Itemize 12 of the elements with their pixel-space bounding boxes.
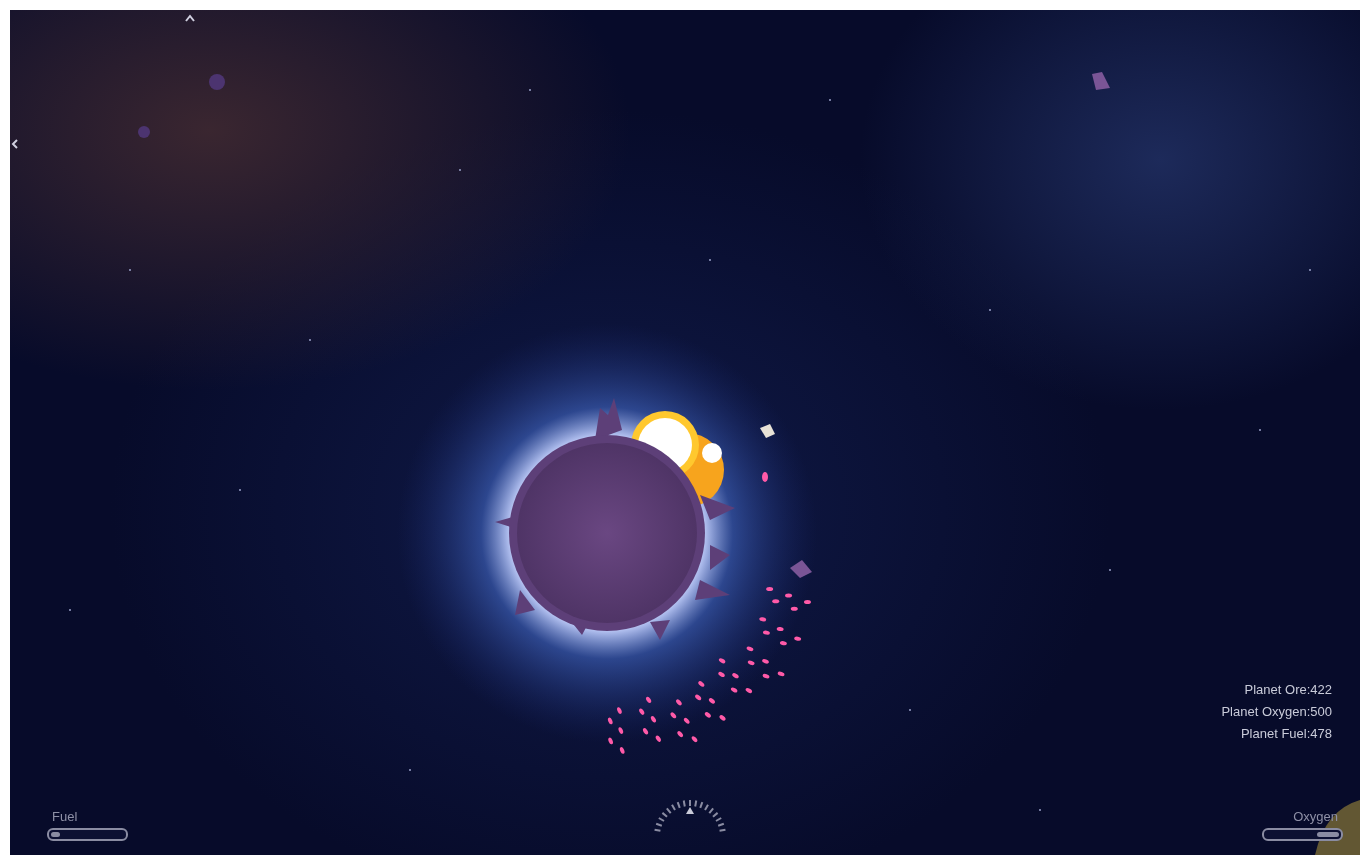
oxygen-label: Oxygen — [1292, 809, 1339, 825]
asteroid-icon — [790, 560, 812, 578]
ship-icon — [760, 424, 775, 438]
asteroid-icon — [138, 126, 150, 138]
planet-stat: Planet Oxygen:500 — [1221, 704, 1332, 720]
asteroid-icon — [209, 74, 225, 90]
fuel-label: Fuel — [51, 809, 79, 825]
capsule-icon — [762, 472, 768, 482]
planet-stat: Planet Ore:422 — [1244, 682, 1332, 698]
planet-stat: Planet Fuel:478 — [1240, 726, 1332, 742]
asteroid-icon — [1092, 72, 1110, 90]
compass-gauge-icon — [653, 799, 727, 832]
